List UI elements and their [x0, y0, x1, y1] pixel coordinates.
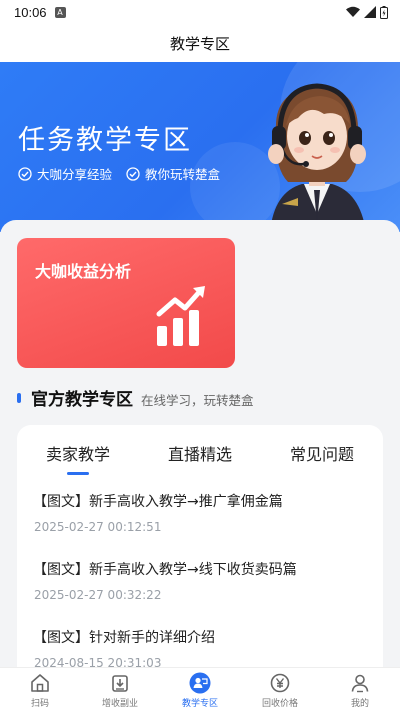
article-time: 2025-02-27 00:12:51 [34, 520, 162, 534]
list-item[interactable]: 【图文】新手高收入教学→推广拿佣金篇 2025-02-27 00:12:51 [17, 483, 383, 551]
download-box-icon [112, 675, 128, 692]
section-accent-bar [17, 392, 21, 403]
bottom-tab-bar: 扫码 增收副业 教学专区 回收价格 我的 [0, 667, 400, 712]
growth-chart-icon [156, 286, 205, 346]
bottom-tab-side-income[interactable]: 增收副业 [80, 668, 160, 712]
article-title: 【图文】新手高收入教学→线下收货卖码篇 [33, 562, 297, 578]
bottom-tab-scan[interactable]: 扫码 [0, 668, 80, 712]
tutorial-tabs: 卖家教学 直播精选 常见问题 [17, 425, 383, 475]
hero-banner: 任务教学专区 大咖分享经验 教你玩转楚盒 [0, 62, 400, 232]
article-list: 【图文】新手高收入教学→推广拿佣金篇 2025-02-27 00:12:51 【… [17, 475, 383, 685]
status-time: 10:06 [14, 4, 47, 20]
check-circle-icon [126, 166, 140, 181]
list-item[interactable]: 【图文】新手高收入教学→线下收货卖码篇 2025-02-27 00:32:22 [17, 551, 383, 619]
bottom-tab-label: 扫码 [30, 699, 49, 709]
bottom-tab-label: 增收副业 [101, 699, 138, 709]
yen-icon [270, 673, 290, 693]
support-girl-illustration [268, 83, 366, 232]
bottom-tab-teaching[interactable]: 教学专区 [160, 668, 240, 712]
bottom-tab-mine[interactable]: 我的 [320, 668, 400, 712]
section-header: 官方教学专区 在线学习，玩转楚盒 [17, 385, 254, 410]
banner-tags: 大咖分享经验 教你玩转楚盒 [18, 164, 220, 183]
tab-seller-teaching[interactable]: 卖家教学 [17, 435, 139, 465]
banner-tag-label: 教你玩转楚盒 [145, 167, 221, 182]
bottom-tab-label: 教学专区 [181, 699, 218, 709]
promo-card-title: 大咖收益分析 [35, 262, 132, 281]
tab-faq[interactable]: 常见问题 [261, 435, 383, 465]
banner-tag-label: 大咖分享经验 [37, 167, 113, 182]
section-subtitle: 在线学习，玩转楚盒 [141, 393, 254, 408]
tab-live-picks[interactable]: 直播精选 [139, 435, 261, 465]
bottom-tab-label: 我的 [350, 699, 369, 709]
article-title: 【图文】新手高收入教学→推广拿佣金篇 [33, 494, 283, 510]
section-title: 官方教学专区 [31, 390, 133, 410]
teach-icon [189, 672, 211, 694]
home-icon [31, 674, 49, 692]
banner-tag: 教你玩转楚盒 [126, 164, 220, 183]
nav-bar: 教学专区 [0, 24, 400, 62]
check-circle-icon [18, 166, 32, 181]
bottom-tab-label: 回收价格 [261, 699, 298, 709]
wifi-icon [346, 6, 360, 17]
article-time: 2025-02-27 00:32:22 [34, 588, 162, 602]
user-icon [351, 674, 369, 693]
page-title: 教学专区 [169, 34, 230, 53]
banner-title: 任务教学专区 [18, 125, 192, 156]
tutorial-list-card: 卖家教学 直播精选 常见问题 【图文】新手高收入教学→推广拿佣金篇 2025-0… [17, 425, 383, 685]
article-title: 【图文】针对新手的详细介绍 [33, 630, 215, 646]
promo-card-earnings-analysis[interactable]: 大咖收益分析 [17, 238, 235, 368]
signal-icon [364, 6, 376, 18]
status-bar: 10:06 A [0, 0, 400, 24]
notification-icon: A [54, 6, 66, 18]
bottom-tab-recycle-price[interactable]: 回收价格 [240, 668, 320, 712]
banner-tag: 大咖分享经验 [18, 164, 112, 183]
battery-icon [380, 5, 388, 19]
